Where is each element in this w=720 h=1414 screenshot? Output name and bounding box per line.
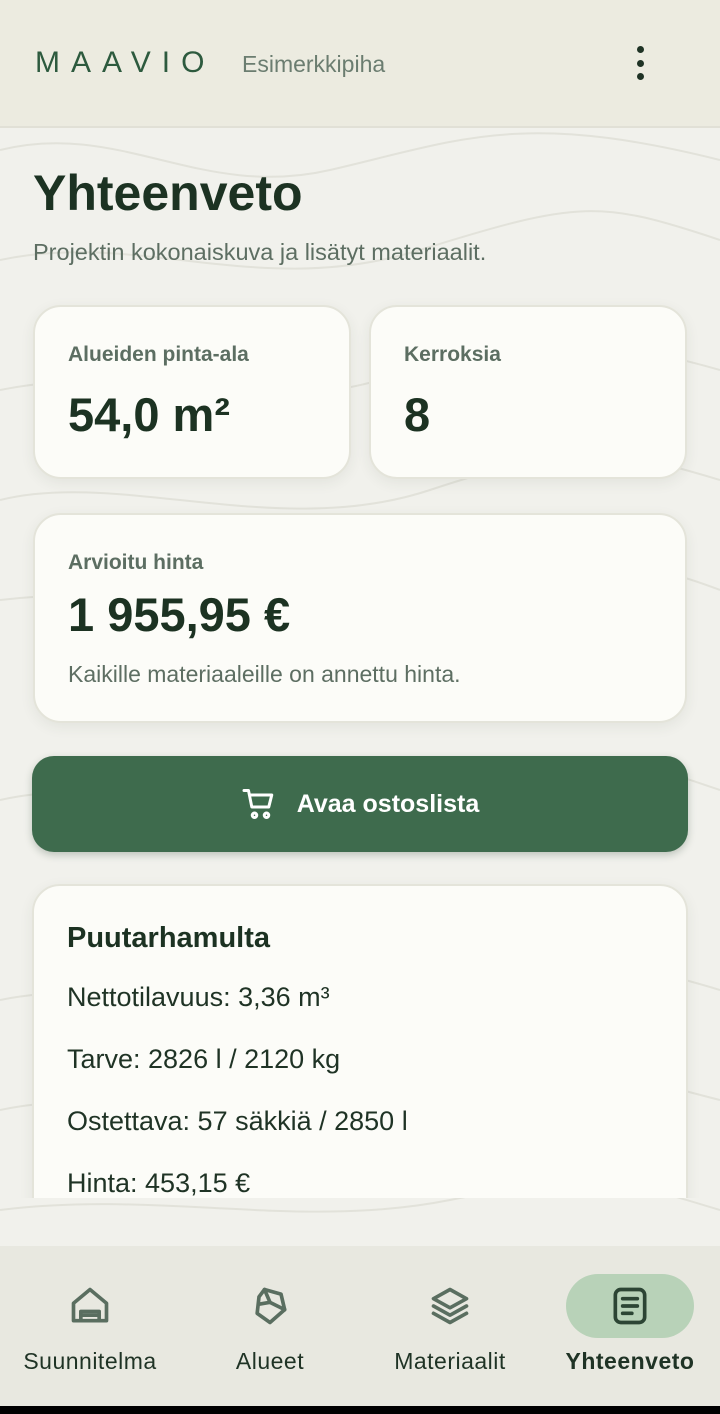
open-shopping-list-button[interactable]: Avaa ostoslista (32, 756, 688, 852)
material-need: Tarve: 2826 l / 2120 kg (67, 1044, 341, 1074)
bottom-navigation: Suunnitelma Alueet Materiaalit Yhteenvet… (0, 1246, 720, 1406)
nav-label-yhteenveto: Yhteenveto (565, 1348, 695, 1374)
material-price: Hinta: 453,15 € (67, 1168, 251, 1198)
open-shopping-list-label: Avaa ostoslista (296, 789, 480, 818)
top-app-bar: MAAVIO Esimerkkipiha (0, 0, 720, 128)
layers-stat-card: Kerroksia 8 (369, 305, 687, 479)
nav-item-suunnitelma[interactable]: Suunnitelma (0, 1246, 180, 1406)
price-value: 1 955,95 € (68, 588, 291, 641)
nav-item-alueet[interactable]: Alueet (180, 1246, 360, 1406)
shopping-cart-icon (242, 789, 273, 819)
project-name: Esimerkkipiha (242, 51, 386, 77)
page-title: Yhteenveto (33, 165, 303, 221)
nav-label-alueet: Alueet (235, 1348, 305, 1374)
layers-icon (431, 1287, 469, 1325)
more-vertical-icon[interactable] (622, 42, 658, 84)
summary-content: Yhteenveto Projektin kokonaiskuva ja lis… (0, 128, 720, 1198)
material-net-volume: Nettotilavuus: 3,36 m³ (67, 982, 330, 1012)
price-label: Arvioitu hinta (68, 551, 204, 574)
area-polygon-icon (255, 1287, 287, 1325)
layers-stat-label: Kerroksia (404, 343, 501, 366)
nav-item-yhteenveto[interactable]: Yhteenveto (540, 1246, 720, 1406)
page-subtitle: Projektin kokonaiskuva ja lisätyt materi… (33, 239, 487, 265)
nav-item-materiaalit[interactable]: Materiaalit (360, 1246, 540, 1406)
material-purchase: Ostettava: 57 säkkiä / 2850 l (67, 1106, 408, 1136)
price-card: Arvioitu hinta 1 955,95 € Kaikille mater… (33, 513, 687, 723)
material-card: Puutarhamulta Nettotilavuus: 3,36 m³ Tar… (32, 884, 688, 1198)
material-name: Puutarhamulta (67, 922, 271, 954)
nav-label-materiaalit: Materiaalit (394, 1348, 506, 1374)
house-icon (71, 1287, 109, 1323)
layers-stat-value: 8 (404, 388, 431, 441)
area-stat-value: 54,0 m² (68, 388, 230, 441)
area-stat-card: Alueiden pinta-ala 54,0 m² (33, 305, 351, 479)
price-note: Kaikille materiaaleille on annettu hinta… (68, 661, 461, 687)
nav-label-suunnitelma: Suunnitelma (23, 1348, 157, 1374)
area-stat-label: Alueiden pinta-ala (68, 343, 249, 366)
document-icon (613, 1287, 647, 1325)
system-navigation-bar (0, 1406, 720, 1414)
brand-logo: MAAVIO (35, 46, 216, 79)
nav-active-indicator (566, 1274, 694, 1338)
